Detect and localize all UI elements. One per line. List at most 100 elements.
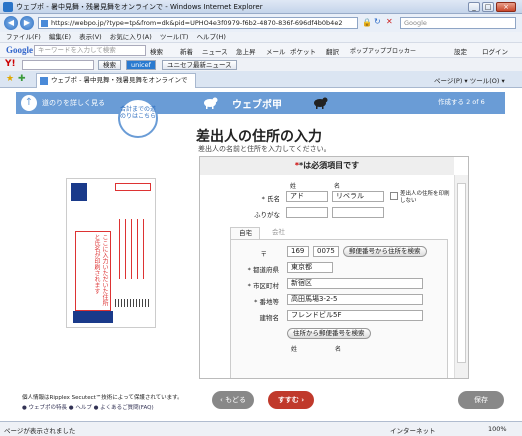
- yahoo-search-input[interactable]: [22, 60, 94, 70]
- step-indicator: 作成する 2 of 6: [438, 98, 485, 106]
- back-label: もどる: [225, 396, 246, 404]
- header-bar: ↑ 道のりを詳しく見る ウェブポ甲 作成する 2 of 6: [16, 92, 505, 114]
- last-name-input[interactable]: アド: [286, 191, 328, 202]
- next-label: すすむ: [277, 396, 299, 404]
- page-title: 差出人の住所の入力: [196, 129, 322, 145]
- first-name-kana-input[interactable]: [332, 207, 384, 218]
- last-name-kana-input[interactable]: [286, 207, 328, 218]
- address-lines: [119, 219, 149, 279]
- google-item-translate[interactable]: 翻訳: [326, 46, 339, 56]
- google-search-button[interactable]: 検索: [150, 46, 163, 56]
- page-tools-menu[interactable]: ページ(P) ▾ ツール(O) ▾: [434, 75, 505, 85]
- first-name-input[interactable]: リベラル: [332, 191, 384, 202]
- unicef-button[interactable]: unicef: [126, 60, 156, 70]
- mei-label-2: 名: [335, 346, 342, 353]
- sei-label-2: 姓: [291, 346, 298, 353]
- page-content: ↑ 道のりを詳しく見る ウェブポ甲 作成する 2 of 6 合計までの道のりはこ…: [0, 88, 522, 421]
- menu-view[interactable]: 表示(V): [79, 32, 102, 42]
- status-text: ページが表示されました: [4, 427, 76, 435]
- site-icon: [41, 20, 48, 27]
- arrow-up-icon[interactable]: ↑: [21, 95, 37, 111]
- progress-bubble[interactable]: 合計までの道のりはこちら: [118, 98, 158, 138]
- tab-label: ウェブポ - 暑中見舞・残暑見舞をオンラインで: [51, 76, 188, 84]
- postcard-highlight: ここに入力いただいた住所と氏名が印刷されます: [75, 231, 111, 311]
- brand-logo: ウェブポ甲: [232, 100, 282, 111]
- google-item-popup[interactable]: ポップアップブロッカー: [350, 46, 416, 55]
- google-item-mail[interactable]: メール: [266, 46, 286, 56]
- back-nav-button[interactable]: ◀: [4, 16, 18, 30]
- google-item-news[interactable]: ニュース: [202, 46, 228, 56]
- google-item-pocket[interactable]: ポケット: [290, 46, 316, 56]
- yahoo-search-button[interactable]: 検索: [98, 60, 121, 70]
- google-login-link[interactable]: ログイン: [482, 46, 508, 56]
- tab-row: ★ ✚ ウェブポ - 暑中見舞・残暑見舞をオンラインで ページ(P) ▾ ツール…: [0, 71, 522, 88]
- page-subtitle: 差出人の名前と住所を入力してください。: [198, 145, 331, 153]
- bldg-label: 建物名: [259, 314, 280, 322]
- stamp-icon: [71, 183, 87, 201]
- kana-label: ふりがな: [254, 211, 280, 219]
- lock-icon: 🔒: [362, 18, 372, 27]
- google-item-trending[interactable]: 急上昇: [236, 46, 256, 56]
- scroll-thumb[interactable]: [457, 183, 466, 363]
- address-to-zip-button[interactable]: 住所から郵便番号を検索: [287, 328, 371, 339]
- close-button[interactable]: ×: [496, 2, 516, 12]
- forward-nav-button[interactable]: ▶: [20, 16, 34, 30]
- stop-icon[interactable]: ✕: [386, 17, 393, 26]
- zip-search-button[interactable]: 郵便番号から住所を検索: [343, 246, 427, 257]
- city-label: * 市区町村: [247, 282, 279, 290]
- pref-select[interactable]: 東京都: [287, 262, 333, 273]
- google-item-settings[interactable]: 設定: [454, 46, 467, 56]
- zoom-level[interactable]: 100%: [488, 425, 507, 433]
- no-print-checkbox[interactable]: [390, 192, 398, 200]
- status-bar: ページが表示されました インターネット 100%: [0, 421, 522, 436]
- barcode: [115, 299, 151, 307]
- next-button[interactable]: すすむ ›: [268, 391, 314, 409]
- minimize-button[interactable]: _: [468, 2, 480, 12]
- address-row: ◀ ▶ https://webpo.jp/?type=tp&from=dk&pi…: [0, 14, 522, 32]
- required-text: *は必須項目です: [299, 161, 360, 170]
- sei-label: 姓: [290, 183, 297, 190]
- google-item-new[interactable]: 新着: [180, 46, 193, 56]
- maximize-button[interactable]: □: [482, 2, 494, 12]
- add-favorite-icon[interactable]: ✚: [18, 74, 26, 84]
- menu-edit[interactable]: 編集(E): [49, 32, 71, 42]
- zip2-input[interactable]: 0075: [313, 246, 339, 257]
- form-scrollbar[interactable]: [454, 175, 468, 378]
- favorites-star-icon[interactable]: ★: [6, 74, 14, 84]
- tab-company[interactable]: 会社: [264, 227, 294, 239]
- footer-links[interactable]: ● ウェブポの特長 ● ヘルプ ● よくあるご質問(FAQ): [22, 403, 154, 411]
- no-print-label: 差出人の住所を印刷しない: [400, 191, 450, 204]
- tab-home[interactable]: 自宅: [230, 227, 260, 239]
- google-search-input[interactable]: キーワードを入力して検索: [34, 45, 146, 56]
- black-goat-icon: [314, 97, 328, 109]
- title-bar: ウェブポ - 暑中見舞・残暑見舞をオンラインで - Windows Intern…: [0, 0, 522, 14]
- menu-tools[interactable]: ツール(T): [160, 32, 189, 42]
- zip1-input[interactable]: 169: [287, 246, 309, 257]
- zip-boxes: [115, 183, 151, 191]
- menu-file[interactable]: ファイル(F): [6, 32, 41, 42]
- guide-link[interactable]: 道のりを詳しく見る: [42, 98, 105, 108]
- unicef-news-button[interactable]: ユニセフ最新ニュース: [162, 60, 237, 70]
- zone-text: インターネット: [390, 427, 436, 435]
- postcard-footer: [73, 311, 113, 323]
- postcard-preview: ここに入力いただいた住所と氏名が印刷されます: [66, 178, 156, 328]
- bldg-input[interactable]: フレンドビル5F: [287, 310, 423, 321]
- tab-company-label: 会社: [272, 228, 285, 236]
- google-logo: Google: [6, 45, 33, 55]
- search-input[interactable]: Google: [400, 17, 516, 29]
- yahoo-logo: Y!: [5, 59, 16, 69]
- back-button[interactable]: ‹ もどる: [212, 391, 254, 409]
- menu-help[interactable]: ヘルプ(H): [197, 32, 226, 42]
- banchi-input[interactable]: 高田馬場3-2-5: [287, 294, 423, 305]
- save-button[interactable]: 保存: [458, 391, 504, 409]
- refresh-icon[interactable]: ↻: [374, 17, 381, 26]
- menu-favorites[interactable]: お気に入り(A): [110, 32, 152, 42]
- ie-icon: [3, 2, 13, 12]
- pref-label: * 都道府県: [247, 266, 279, 274]
- tab-active[interactable]: ウェブポ - 暑中見舞・残暑見舞をオンラインで: [36, 73, 196, 88]
- menu-bar: ファイル(F) 編集(E) 表示(V) お気に入り(A) ツール(T) ヘルプ(…: [0, 32, 522, 42]
- window-title: ウェブポ - 暑中見舞・残暑見舞をオンラインで - Windows Intern…: [16, 3, 263, 11]
- address-bar[interactable]: https://webpo.jp/?type=tp&from=dk&pid=UP…: [38, 17, 358, 29]
- tab-site-icon: [40, 77, 48, 85]
- city-input[interactable]: 新宿区: [287, 278, 423, 289]
